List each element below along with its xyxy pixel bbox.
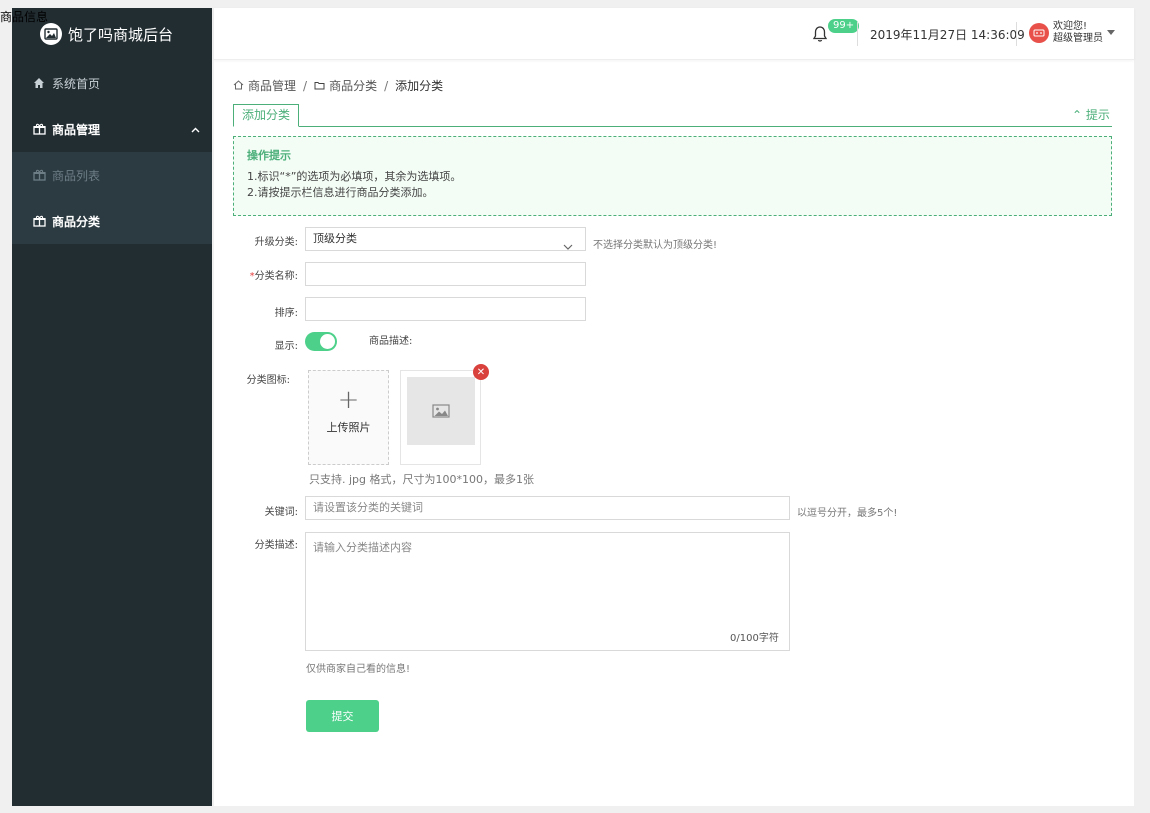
category-name-label-text: 分类名称: (254, 271, 298, 282)
main-panel: 99+ 2019年11月27日 14:36:09 欢迎您! 超级管理员 商品管理… (214, 8, 1134, 806)
breadcrumb-item[interactable]: 商品管理 (248, 77, 296, 94)
avatar[interactable] (1029, 23, 1049, 43)
keywords-input[interactable]: 请设置该分类的关键词 (305, 496, 790, 520)
sidebar-item-label: 商品列表 (52, 168, 101, 183)
breadcrumb-current: 添加分类 (395, 79, 444, 93)
description-hint: 仅供商家自己看的信息! (306, 664, 411, 675)
breadcrumb-item[interactable]: 商品分类 (329, 77, 377, 94)
tab-add-category[interactable]: 添加分类 (233, 104, 300, 127)
chevron-down-icon (563, 236, 573, 258)
user-info[interactable]: 欢迎您! 超级管理员 (1053, 21, 1103, 45)
sidebar-item-home[interactable]: 系统首页 (12, 60, 212, 106)
category-icon-label: 分类图标: (246, 375, 290, 386)
home-outline-icon[interactable] (233, 79, 244, 93)
divider (1016, 22, 1017, 46)
submenu-product: 商品列表 商品分类 (12, 152, 212, 244)
datetime: 2019年11月27日 14:36:09 (870, 28, 1025, 42)
user-role: 超级管理员 (1053, 33, 1103, 44)
notification-badge: 99+ (828, 19, 860, 33)
sidebar-item-label: 商品管理 (52, 122, 101, 137)
sidebar-item-label: 系统首页 (52, 76, 101, 91)
image-placeholder-icon (407, 377, 475, 445)
tips-line: 2.请按提示栏信息进行商品分类添加。 (247, 186, 434, 199)
parent-category-hint: 不选择分类默认为顶级分类! (593, 240, 718, 251)
description-label: 分类描述: (254, 540, 298, 551)
tip-toggle-button[interactable]: ⌃ 提示 (1072, 106, 1110, 123)
tips-line: 1.标识“*”的选项为必填项，其余为选填项。 (247, 170, 462, 183)
tips-title: 操作提示 (247, 149, 291, 162)
product-desc-label: 商品描述: (369, 336, 413, 347)
tab-underline (233, 126, 1112, 127)
home-icon (32, 76, 46, 90)
upload-text: 上传照片 (326, 421, 371, 434)
sidebar-item-product-management[interactable]: 商品管理 (12, 106, 212, 152)
divider (857, 22, 858, 46)
chevron-up-icon (191, 122, 200, 136)
keywords-label: 关键词: (264, 507, 298, 518)
app-title: 饱了吗商城后台 (68, 25, 174, 44)
breadcrumb-separator: / (384, 78, 389, 93)
keywords-hint: 以逗号分开，最多5个! (797, 508, 898, 519)
caret-down-icon[interactable] (1107, 30, 1115, 35)
sort-input[interactable] (305, 297, 586, 321)
gift-icon (32, 168, 46, 182)
select-value: 顶级分类 (313, 232, 357, 245)
toggle-knob (320, 334, 335, 349)
show-label: 显示: (274, 341, 298, 352)
gift-icon (32, 214, 46, 228)
logo-image-icon (40, 23, 62, 45)
breadcrumb: 商品管理 / 商品分类 / 添加分类 (233, 77, 443, 94)
gift-icon (32, 122, 46, 136)
uploaded-image-preview[interactable] (400, 370, 481, 465)
delete-image-icon[interactable]: ✕ (473, 364, 489, 380)
sort-label: 排序: (274, 308, 298, 319)
page-label: 商品信息 (0, 10, 49, 24)
welcome-text: 欢迎您! (1053, 21, 1088, 32)
parent-category-select[interactable]: 顶级分类 (305, 227, 586, 251)
category-name-input[interactable] (305, 262, 586, 286)
plus-icon: + (337, 385, 360, 415)
operation-tips: 操作提示 1.标识“*”的选项为必填项，其余为选填项。 2.请按提示栏信息进行商… (233, 136, 1112, 216)
category-name-label: *分类名称: (234, 267, 298, 282)
folder-icon (314, 79, 325, 93)
parent-category-label: 升级分类: (254, 237, 298, 248)
sidebar-item-label: 商品分类 (52, 214, 101, 229)
description-textarea[interactable]: 请输入分类描述内容 (305, 532, 790, 651)
description-counter: 0/100字符 (730, 633, 779, 644)
submit-button[interactable]: 提交 (306, 700, 379, 732)
sidebar-item-product-category[interactable]: 商品分类 (12, 198, 212, 244)
show-toggle[interactable] (305, 332, 337, 351)
bell-icon[interactable] (812, 25, 828, 43)
upload-photo-button[interactable]: + 上传照片 (308, 370, 389, 465)
breadcrumb-separator: / (303, 78, 308, 93)
topbar: 99+ 2019年11月27日 14:36:09 欢迎您! 超级管理员 (214, 8, 1134, 60)
sidebar: 饱了吗商城后台 系统首页 商品管理 商品列表 商品分类 (12, 8, 212, 806)
sidebar-item-product-list[interactable]: 商品列表 (12, 152, 212, 198)
upload-hint: 只支持. jpg 格式，尺寸为100*100，最多1张 (309, 473, 534, 486)
